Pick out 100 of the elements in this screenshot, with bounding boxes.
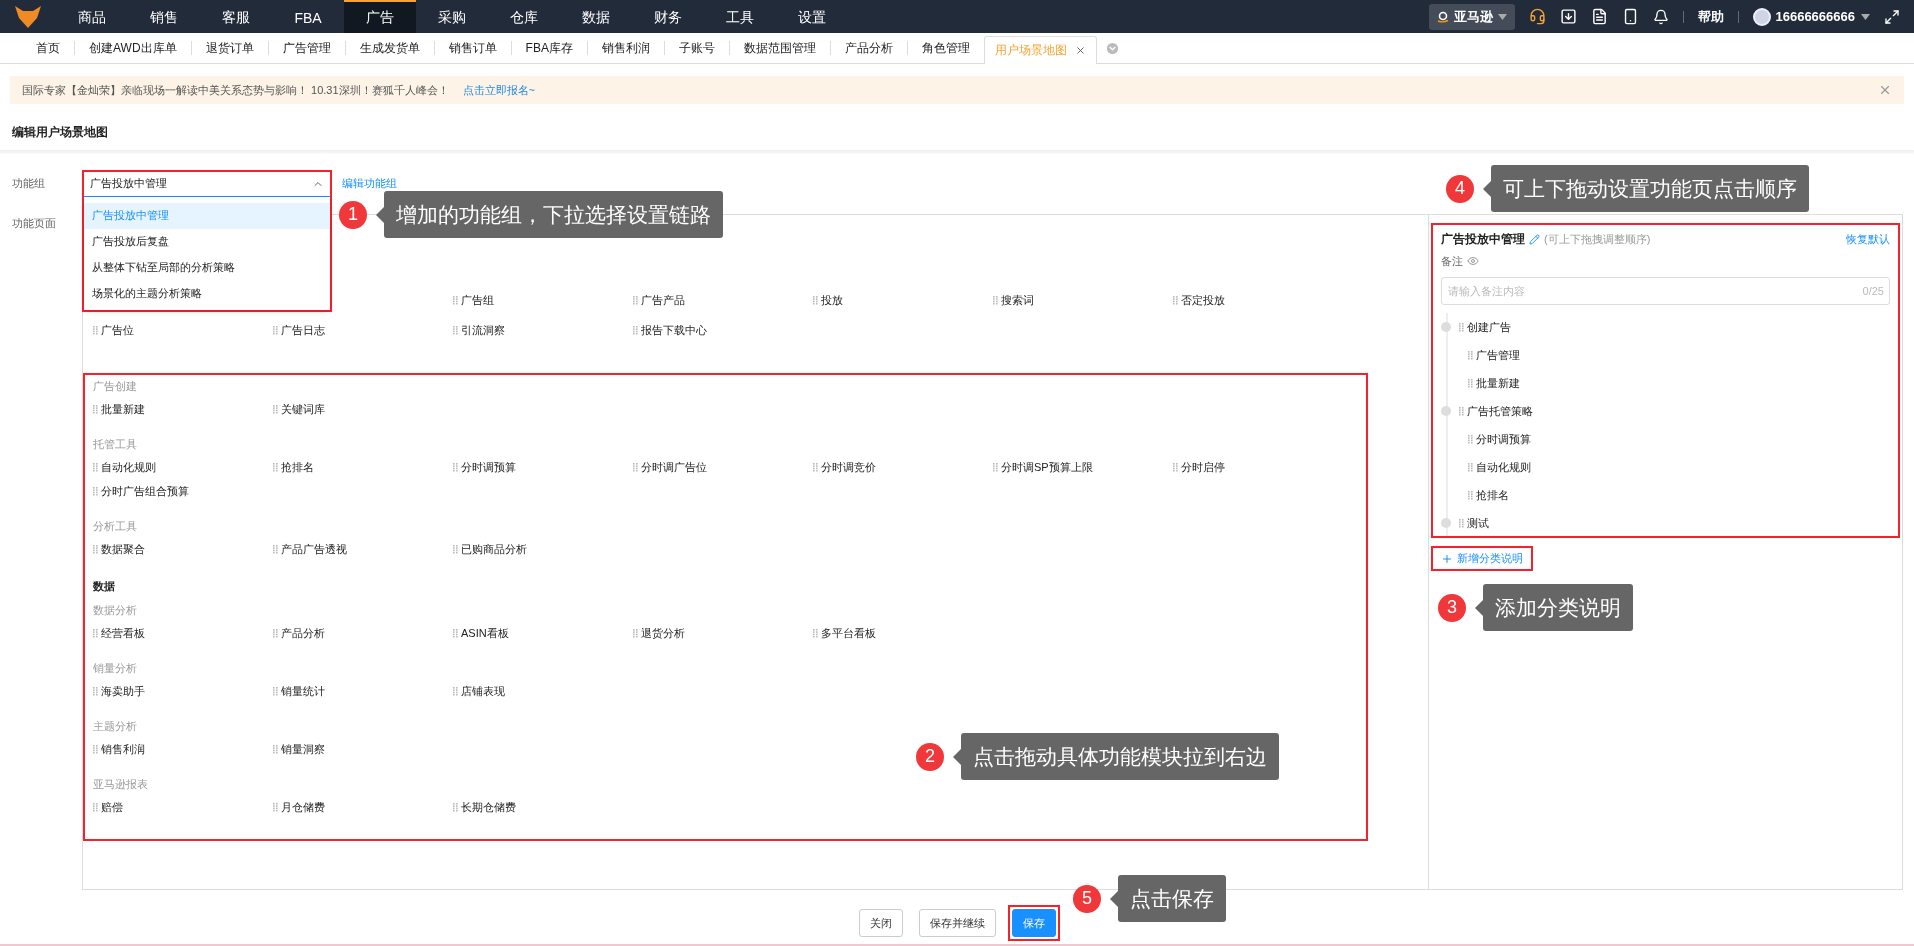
drag-handle-icon[interactable] [1468, 462, 1473, 472]
tree-item[interactable]: 创建广告 [1467, 319, 1511, 335]
function-module[interactable]: 经营看板 [101, 625, 145, 641]
drag-handle-icon[interactable] [1459, 518, 1464, 528]
function-module[interactable]: 广告日志 [281, 322, 325, 338]
dropdown-option[interactable]: 场景化的主题分析策略 [84, 280, 330, 307]
nav-item[interactable]: 仓库 [488, 0, 560, 33]
function-module[interactable]: 海卖助手 [101, 683, 145, 699]
nav-item[interactable]: 数据 [560, 0, 632, 33]
drag-handle-icon[interactable] [93, 325, 98, 335]
function-module[interactable]: 分时启停 [1181, 459, 1225, 475]
drag-handle-icon[interactable] [93, 628, 98, 638]
headset-icon[interactable] [1529, 8, 1547, 25]
tree-item[interactable]: 测试 [1467, 515, 1489, 531]
function-module[interactable]: 广告位 [101, 322, 134, 338]
drag-handle-icon[interactable] [1173, 295, 1178, 305]
function-module[interactable]: 自动化规则 [101, 459, 156, 475]
function-module[interactable]: 销量统计 [281, 683, 325, 699]
function-module[interactable]: 分时调预算 [461, 459, 516, 475]
drag-handle-icon[interactable] [453, 462, 458, 472]
drag-handle-icon[interactable] [1468, 350, 1473, 360]
function-module[interactable]: 分时广告组合预算 [101, 483, 189, 499]
function-module[interactable]: 广告产品 [641, 292, 685, 308]
nav-item[interactable]: 广告 [344, 0, 416, 33]
drag-handle-icon[interactable] [813, 295, 818, 305]
signup-link[interactable]: 点击立即报名~ [462, 82, 536, 98]
drag-handle-icon[interactable] [633, 325, 638, 335]
function-module[interactable]: 销售利润 [101, 741, 145, 757]
function-module[interactable]: 赔偿 [101, 799, 123, 815]
drag-handle-icon[interactable] [93, 802, 98, 812]
drag-handle-icon[interactable] [1173, 462, 1178, 472]
function-module[interactable]: 产品分析 [281, 625, 325, 641]
avatar[interactable] [1753, 7, 1772, 26]
download-icon[interactable] [1560, 8, 1578, 25]
function-module[interactable]: 否定投放 [1181, 292, 1225, 308]
drag-handle-icon[interactable] [1459, 322, 1464, 332]
drag-handle-icon[interactable] [813, 628, 818, 638]
action-button[interactable]: 关闭 [859, 909, 903, 937]
help-link[interactable]: 帮助 [1698, 7, 1725, 26]
fox-logo-icon[interactable] [15, 5, 41, 28]
drag-handle-icon[interactable] [273, 462, 278, 472]
function-module[interactable]: 多平台看板 [821, 625, 876, 641]
function-module[interactable]: 分时调SP预算上限 [1001, 459, 1093, 475]
function-module[interactable]: 分时调广告位 [641, 459, 707, 475]
drag-handle-icon[interactable] [1468, 434, 1473, 444]
tree-item[interactable]: 批量新建 [1476, 375, 1520, 391]
action-button[interactable]: 保存并继续 [919, 909, 996, 937]
function-module[interactable]: 搜索词 [1001, 292, 1034, 308]
nav-item[interactable]: 工具 [704, 0, 776, 33]
drag-handle-icon[interactable] [273, 802, 278, 812]
drag-handle-icon[interactable] [273, 325, 278, 335]
tree-item[interactable]: 抢排名 [1476, 487, 1509, 503]
tree-item[interactable]: 广告托管策略 [1467, 403, 1533, 419]
nav-item[interactable]: 采购 [416, 0, 488, 33]
eye-icon[interactable] [1467, 255, 1479, 267]
function-module[interactable]: 长期仓储费 [461, 799, 516, 815]
drag-handle-icon[interactable] [453, 325, 458, 335]
function-module[interactable]: 广告组 [461, 292, 494, 308]
close-icon[interactable] [1074, 45, 1086, 56]
more-tabs-icon[interactable] [1104, 41, 1120, 56]
nav-item[interactable]: FBA [272, 0, 344, 33]
drag-handle-icon[interactable] [273, 744, 278, 754]
drag-handle-icon[interactable] [273, 544, 278, 554]
function-module[interactable]: 已购商品分析 [461, 541, 527, 557]
drag-handle-icon[interactable] [273, 686, 278, 696]
drag-handle-icon[interactable] [93, 744, 98, 754]
close-icon[interactable] [1878, 83, 1892, 97]
drag-handle-icon[interactable] [993, 295, 998, 305]
bell-icon[interactable] [1653, 8, 1670, 25]
function-module[interactable]: ASIN看板 [461, 625, 509, 641]
nav-item[interactable]: 商品 [56, 0, 128, 33]
drag-handle-icon[interactable] [453, 544, 458, 554]
drag-handle-icon[interactable] [1468, 490, 1473, 500]
drag-handle-icon[interactable] [93, 686, 98, 696]
drag-handle-icon[interactable] [273, 404, 278, 414]
function-module[interactable]: 抢排名 [281, 459, 314, 475]
drag-handle-icon[interactable] [273, 628, 278, 638]
tree-item[interactable]: 广告管理 [1476, 347, 1520, 363]
nav-item[interactable]: 设置 [776, 0, 848, 33]
drag-handle-icon[interactable] [453, 686, 458, 696]
function-module[interactable]: 关键词库 [281, 401, 325, 417]
store-selector[interactable]: 亚马逊 [1429, 3, 1516, 30]
nav-item[interactable]: 财务 [632, 0, 704, 33]
drag-handle-icon[interactable] [453, 628, 458, 638]
function-module[interactable]: 引流洞察 [461, 322, 505, 338]
drag-handle-icon[interactable] [93, 544, 98, 554]
function-module[interactable]: 分时调竞价 [821, 459, 876, 475]
drag-handle-icon[interactable] [633, 628, 638, 638]
nav-item[interactable]: 销售 [128, 0, 200, 33]
fullscreen-icon[interactable] [1884, 8, 1900, 25]
function-module[interactable]: 退货分析 [641, 625, 685, 641]
caret-icon[interactable] [1861, 13, 1870, 20]
drag-handle-icon[interactable] [93, 486, 98, 496]
drag-handle-icon[interactable] [813, 462, 818, 472]
function-module[interactable]: 月仓储费 [281, 799, 325, 815]
edit-icon[interactable] [1529, 233, 1540, 245]
user-name[interactable]: 16666666666 [1775, 9, 1855, 24]
tree-item[interactable]: 分时调预算 [1476, 431, 1531, 447]
function-module[interactable]: 数据聚合 [101, 541, 145, 557]
drag-handle-icon[interactable] [633, 295, 638, 305]
